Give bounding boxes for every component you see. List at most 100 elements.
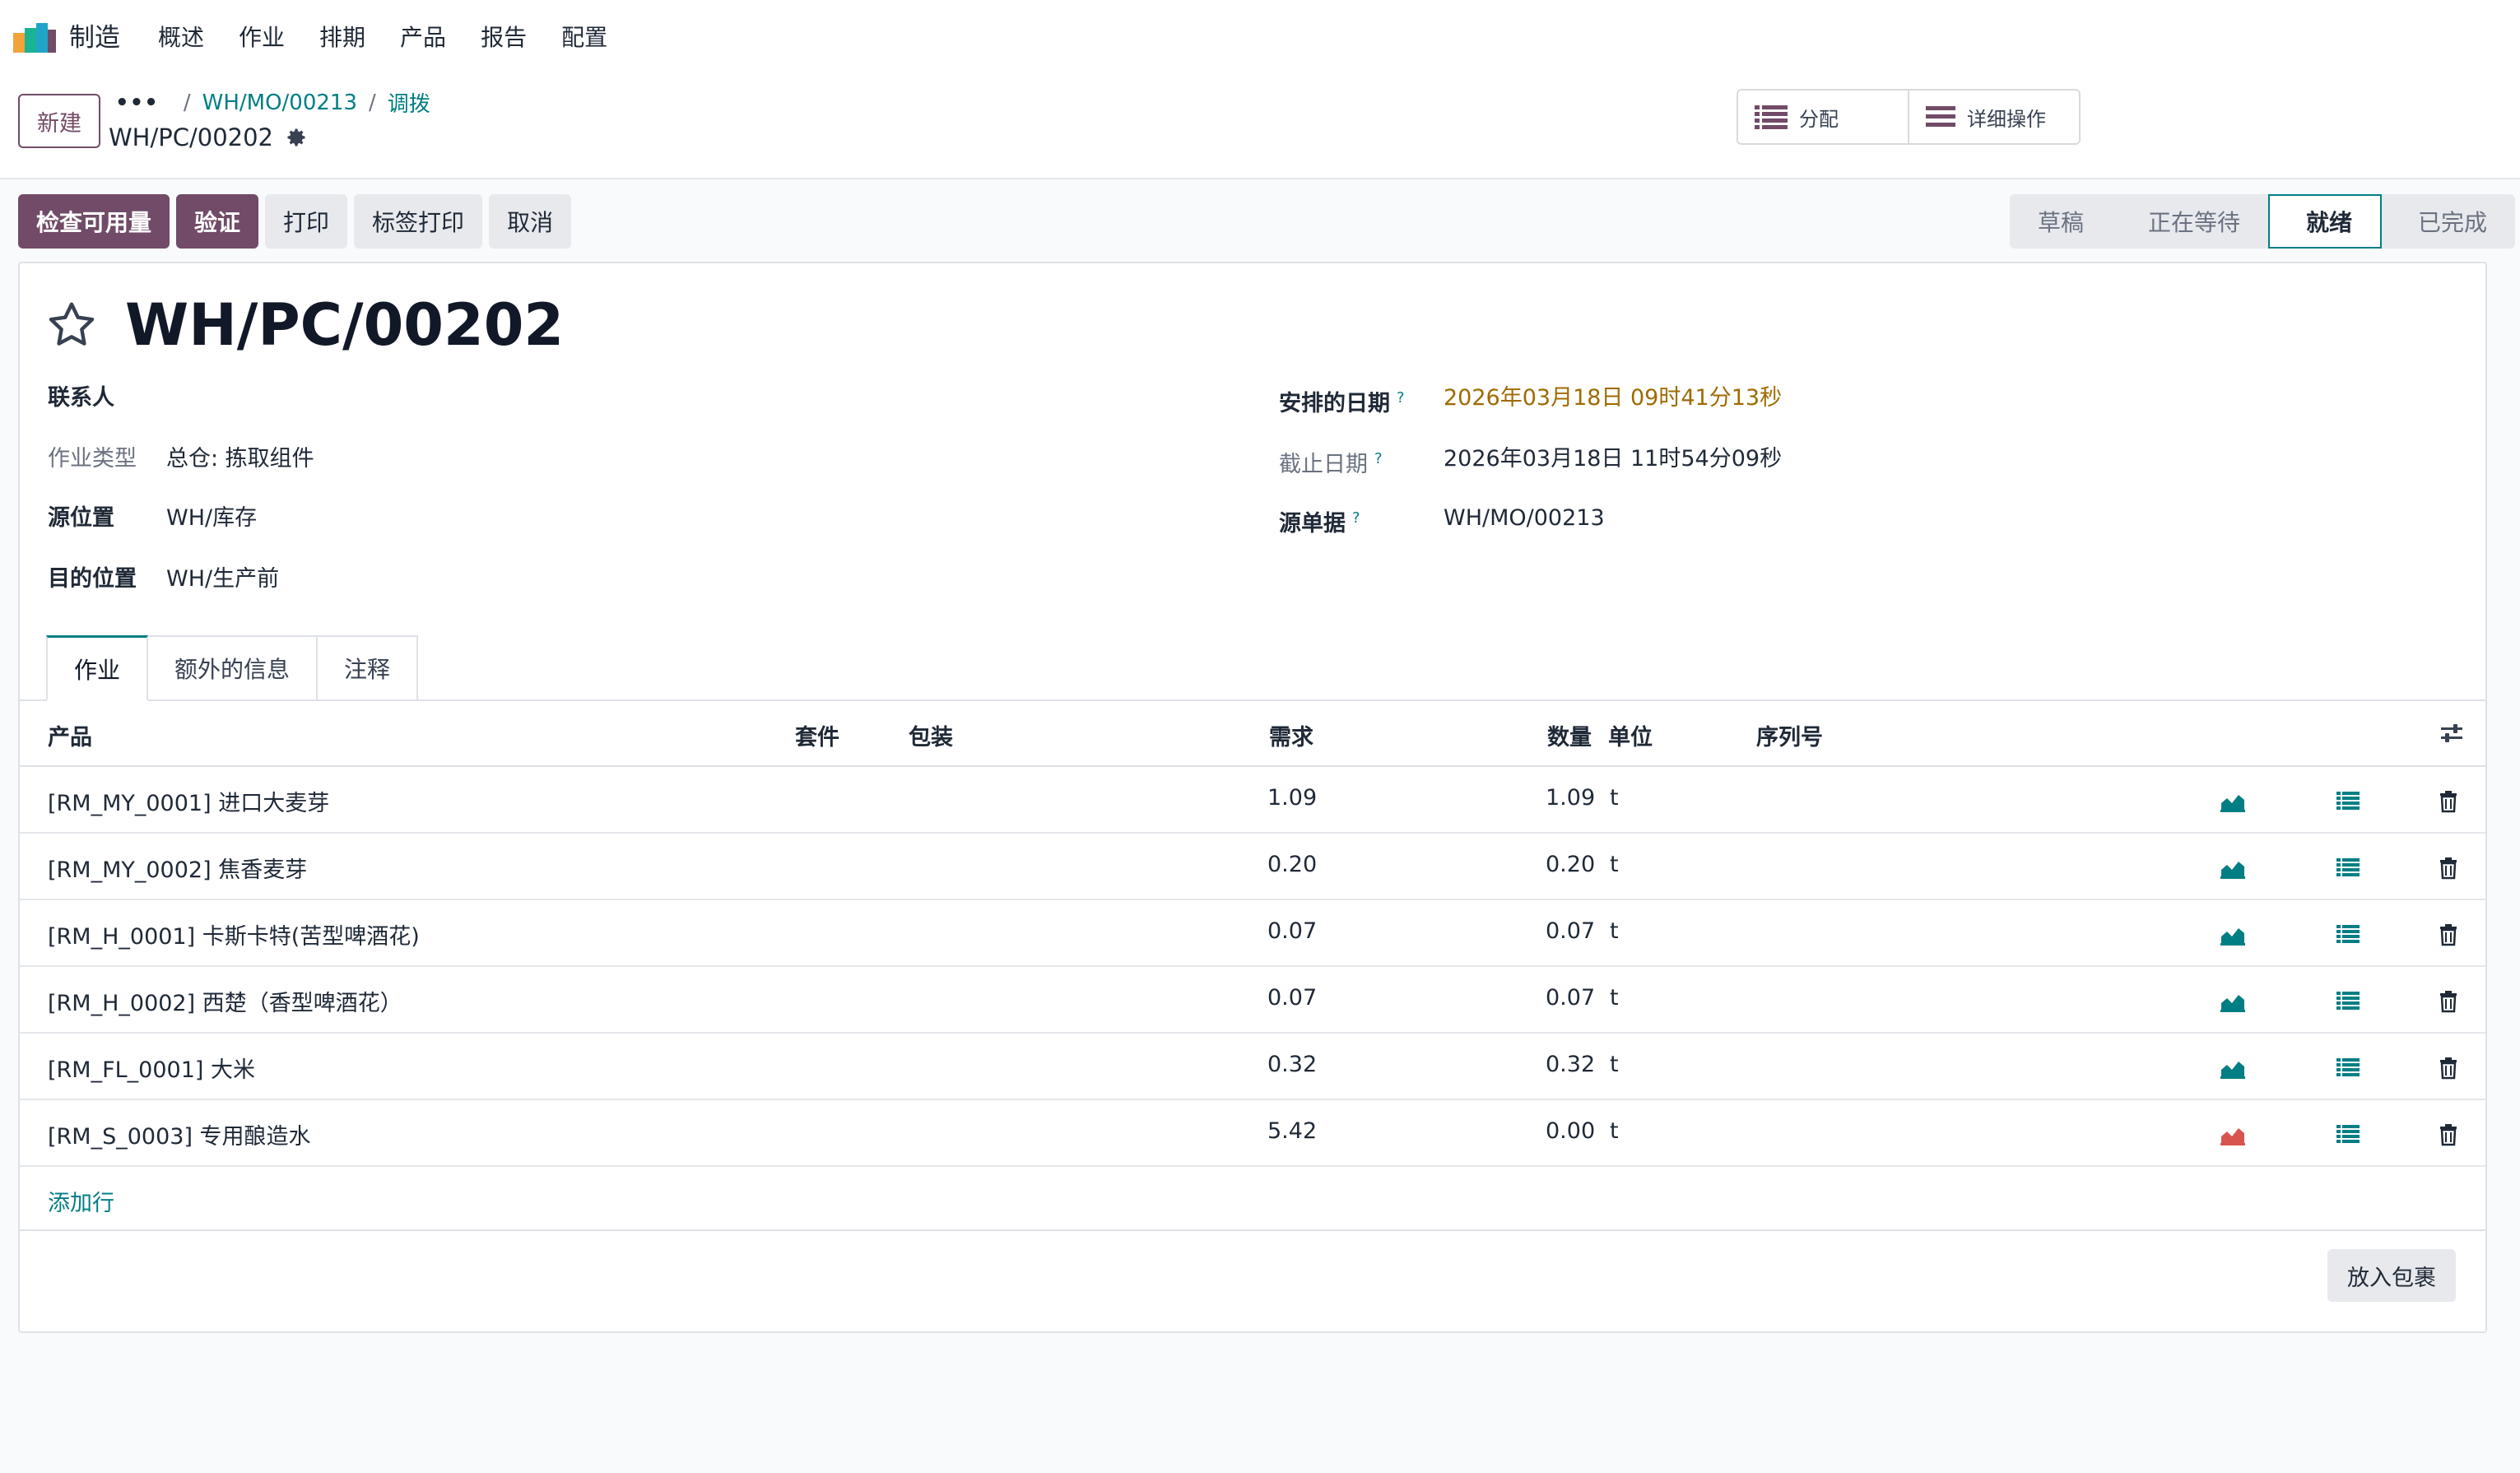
row-quantity[interactable]: 1.09 [1546,785,1595,811]
print-labels-button[interactable]: 标签打印 [354,194,483,249]
row-demand: 0.07 [1267,985,1318,1011]
status-bar: 草稿 正在等待 就绪 已完成 [2010,194,2516,249]
source-document-value[interactable]: WH/MO/00213 [1444,502,1605,541]
trash-icon[interactable] [2434,787,2462,815]
col-uom[interactable]: 单位 [1608,719,1653,751]
put-in-pack-button[interactable]: 放入包裹 [2327,1249,2456,1302]
forecast-chart-icon[interactable] [2219,1053,2247,1081]
destination-location-field: 目的位置 WH/生产前 [48,563,279,596]
status-done[interactable]: 已完成 [2382,194,2516,249]
destination-location-label: 目的位置 [48,566,137,592]
row-product[interactable]: [RM_H_0001] 卡斯卡特(苦型啤酒花) [48,918,420,950]
tab-note[interactable]: 注释 [316,635,419,701]
row-product[interactable]: [RM_MY_0002] 焦香麦芽 [48,852,307,884]
menu-planning[interactable]: 排期 [319,18,365,58]
cancel-button[interactable]: 取消 [489,194,572,249]
new-button[interactable]: 新建 [18,94,100,148]
forecast-chart-icon[interactable] [2219,920,2247,948]
optional-columns-icon[interactable] [2439,721,2464,746]
detailed-operations-icon[interactable] [2334,1053,2362,1081]
col-kit[interactable]: 套件 [795,719,839,751]
forecast-chart-icon[interactable] [2219,853,2247,881]
check-availability-button[interactable]: 检查可用量 [18,194,170,249]
table-row[interactable]: [RM_H_0002] 西楚（香型啤酒花） 0.07 0.07 t [20,967,2485,1034]
col-product[interactable]: 产品 [48,719,92,751]
help-icon[interactable]: ? [1352,509,1360,527]
forecast-chart-icon[interactable] [2219,787,2247,815]
forecast-chart-icon[interactable] [2219,1120,2247,1148]
help-icon[interactable]: ? [1374,450,1383,467]
row-quantity[interactable]: 0.07 [1546,918,1595,944]
row-product[interactable]: [RM_S_0003] 专用酿造水 [48,1118,311,1150]
deadline-value[interactable]: 2026年03月18日 11时54分09秒 [1444,443,1782,481]
row-product[interactable]: [RM_MY_0001] 进口大麦芽 [48,785,329,817]
row-product[interactable]: [RM_H_0002] 西楚（香型啤酒花） [48,985,402,1017]
status-draft[interactable]: 草稿 [2010,194,2113,249]
col-quantity[interactable]: 数量 [1547,719,1592,751]
allocation-button[interactable]: 分配 [1738,91,1908,143]
row-product[interactable]: [RM_FL_0001] 大米 [48,1052,255,1084]
trash-icon[interactable] [2434,1120,2462,1148]
detailed-operations-icon[interactable] [2334,853,2362,881]
star-icon[interactable] [44,298,99,352]
bars-icon [1926,106,1955,127]
trash-icon[interactable] [2434,987,2462,1015]
detailed-operations-icon[interactable] [2334,920,2362,948]
detailed-operations-button[interactable]: 详细操作 [1908,91,2079,143]
table-row[interactable]: [RM_MY_0001] 进口大麦芽 1.09 1.09 t [20,767,2485,834]
action-bar: 检查可用量 验证 打印 标签打印 取消 [18,194,578,249]
allocation-label: 分配 [1799,107,1839,131]
menu-overview[interactable]: 概述 [158,18,204,58]
forecast-chart-icon[interactable] [2219,987,2247,1015]
detailed-operations-icon[interactable] [2334,1120,2362,1148]
breadcrumb-more[interactable]: ••• [115,91,159,115]
menu-products[interactable]: 产品 [400,18,446,58]
row-demand: 5.42 [1267,1118,1318,1144]
destination-location-value[interactable]: WH/生产前 [166,563,279,596]
menu-operations[interactable]: 作业 [239,18,285,58]
table-row[interactable]: [RM_MY_0002] 焦香麦芽 0.20 0.20 t [20,834,2485,900]
trash-icon[interactable] [2434,920,2462,948]
validate-button[interactable]: 验证 [176,194,259,249]
table-row[interactable]: [RM_FL_0001] 大米 0.32 0.32 t [20,1034,2485,1100]
breadcrumb-mo-link[interactable]: WH/MO/00213 [202,91,357,115]
row-uom: t [1610,852,1619,877]
smart-buttons: 分配 详细操作 [1737,89,2081,145]
tab-additional-info[interactable]: 额外的信息 [146,635,318,701]
scheduled-date-value[interactable]: 2026年03月18日 09时41分13秒 [1444,382,1782,421]
source-document-label: 源单据? [1279,502,1444,541]
trash-icon[interactable] [2434,853,2462,881]
app-name[interactable]: 制造 [69,18,120,58]
operation-type-value[interactable]: 总仓: 拣取组件 [166,443,314,476]
col-serial[interactable]: 序列号 [1756,719,1823,751]
detailed-operations-icon[interactable] [2334,787,2362,815]
detailed-operations-icon[interactable] [2334,987,2362,1015]
list-icon [1755,105,1788,129]
help-icon[interactable]: ? [1397,389,1405,407]
row-quantity[interactable]: 0.32 [1546,1052,1595,1077]
breadcrumb-transfers-link[interactable]: 调拨 [388,87,430,118]
col-demand[interactable]: 需求 [1269,719,1313,751]
status-ready[interactable]: 就绪 [2268,194,2383,249]
table-row[interactable]: [RM_H_0001] 卡斯卡特(苦型啤酒花) 0.07 0.07 t [20,900,2485,967]
status-waiting[interactable]: 正在等待 [2112,194,2269,249]
table-row[interactable]: [RM_S_0003] 专用酿造水 5.42 0.00 t [20,1100,2485,1167]
menu-reporting[interactable]: 报告 [481,18,527,58]
row-quantity[interactable]: 0.07 [1546,985,1595,1011]
operation-type-field: 作业类型 总仓: 拣取组件 [48,443,314,476]
form-sheet: WH/PC/00202 联系人 作业类型 总仓: 拣取组件 源位置 WH/库存 … [18,262,2487,1333]
row-uom: t [1610,1118,1619,1144]
add-line-link[interactable]: 添加行 [48,1185,114,1217]
tab-operations[interactable]: 作业 [46,635,149,701]
manufacturing-app-icon[interactable] [13,21,58,54]
trash-icon[interactable] [2434,1053,2462,1081]
menu-configuration[interactable]: 配置 [561,18,607,58]
source-location-value[interactable]: WH/库存 [166,502,257,535]
row-quantity[interactable]: 0.00 [1546,1118,1595,1144]
row-quantity[interactable]: 0.20 [1546,852,1595,877]
col-packaging[interactable]: 包装 [909,719,953,751]
print-button[interactable]: 打印 [265,194,348,249]
scheduled-date-label-text: 安排的日期 [1279,391,1390,416]
gear-icon[interactable] [285,126,308,149]
control-panel: 新建 ••• / WH/MO/00213 / 调拨 WH/PC/00202 分配 [0,76,2520,179]
